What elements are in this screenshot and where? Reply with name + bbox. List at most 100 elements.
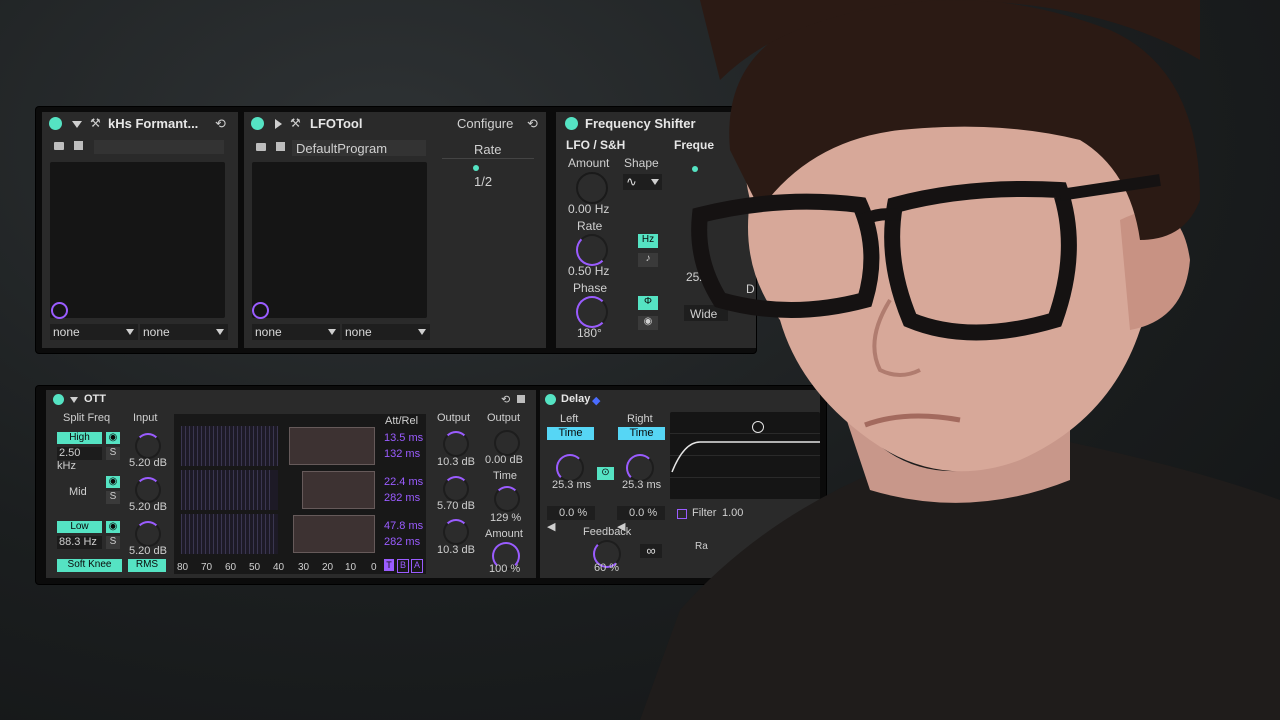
- formant-dropdown-2[interactable]: none: [140, 324, 228, 340]
- left-offset-value: 0.0 %: [559, 507, 588, 519]
- shield-icon: ◆: [592, 395, 601, 407]
- high-solo-icon[interactable]: ◉: [106, 432, 120, 444]
- formant-title: kHs Formant...: [108, 116, 199, 131]
- mid-solo-icon[interactable]: ◉: [106, 476, 120, 488]
- dropdown-value: none: [345, 325, 372, 339]
- amount-knob[interactable]: [576, 172, 608, 204]
- soft-knee-button[interactable]: Soft Knee: [57, 559, 122, 572]
- left-time-knob[interactable]: [556, 454, 584, 482]
- low-input-knob[interactable]: [135, 521, 161, 547]
- low-solo-icon[interactable]: ◉: [106, 521, 120, 533]
- delay-title: Delay: [561, 393, 591, 405]
- lfotool-dropdown-1[interactable]: none: [252, 324, 340, 340]
- left-offset-field[interactable]: 0.0 % ◀: [547, 506, 595, 533]
- folder-icon[interactable]: [256, 143, 266, 151]
- save-icon[interactable]: [74, 141, 83, 150]
- mid-release-value[interactable]: 282 ms: [384, 492, 420, 504]
- delay-power-button[interactable]: [545, 394, 556, 405]
- amount-value: 100 %: [489, 563, 521, 575]
- formant-dropdown-1[interactable]: none: [50, 324, 138, 340]
- scale-tick: 30: [298, 562, 310, 573]
- mid-band-bars: [181, 470, 273, 510]
- high-output-knob[interactable]: [443, 431, 469, 457]
- lfotool-device: ⚒ LFOTool Configure ⟲ DefaultProgram Rat…: [244, 112, 546, 348]
- high-input-knob[interactable]: [135, 433, 161, 459]
- formant-device: ⚒ kHs Formant... ⟲ none none: [42, 112, 238, 348]
- chevron-down-icon: [216, 329, 224, 335]
- hot-swap-icon[interactable]: ⟲: [527, 116, 538, 132]
- high-freq-value: 2.50 kHz: [57, 447, 81, 472]
- scale-tick: 80: [177, 562, 189, 573]
- rate-value[interactable]: 1/2: [474, 174, 492, 189]
- att-rel-label: Att/Rel: [385, 415, 419, 427]
- low-output-knob[interactable]: [443, 519, 469, 545]
- scale-tick: 50: [249, 562, 261, 573]
- master-output-knob[interactable]: [494, 430, 520, 456]
- high-attack-value[interactable]: 13.5 ms: [384, 432, 423, 444]
- fold-icon[interactable]: [70, 397, 78, 403]
- hot-swap-icon[interactable]: ⟲: [215, 116, 226, 132]
- t-button[interactable]: T: [384, 559, 394, 571]
- hot-swap-icon[interactable]: ⟲: [501, 393, 510, 406]
- split-freq-label: Split Freq: [63, 412, 111, 424]
- mid-input-knob[interactable]: [135, 477, 161, 503]
- mid-s-button[interactable]: S: [106, 491, 120, 504]
- high-band-button[interactable]: High: [57, 432, 102, 444]
- scale-tick: 10: [345, 562, 357, 573]
- wrench-icon[interactable]: ⚒: [290, 116, 301, 130]
- amount-label: Amount: [568, 156, 610, 170]
- mid-band-gain-reduction: [302, 471, 375, 509]
- mid-attack-value[interactable]: 22.4 ms: [384, 476, 423, 488]
- folder-icon[interactable]: [54, 142, 64, 150]
- lfo-section-title: LFO / S&H: [566, 138, 626, 152]
- a-button[interactable]: A: [411, 559, 423, 573]
- input-label: Input: [133, 412, 158, 424]
- wrench-icon[interactable]: ⚒: [90, 116, 101, 130]
- high-freq-field[interactable]: 2.50 kHz: [57, 447, 102, 472]
- rate-slider-handle[interactable]: [473, 165, 479, 171]
- low-attack-value[interactable]: 47.8 ms: [384, 520, 423, 532]
- formant-handle-icon[interactable]: [51, 302, 68, 319]
- high-release-value[interactable]: 132 ms: [384, 448, 420, 460]
- low-band-gain-reduction: [293, 515, 375, 553]
- left-label: Left: [560, 413, 579, 425]
- rate-knob[interactable]: [576, 234, 608, 266]
- freqshift-power-button[interactable]: [565, 117, 578, 130]
- chevron-down-icon: [418, 329, 426, 335]
- dropdown-value: none: [255, 325, 282, 339]
- high-output-value: 10.3 dB: [437, 456, 475, 468]
- lfotool-power-button[interactable]: [251, 117, 264, 130]
- preset-field[interactable]: [94, 140, 224, 154]
- mid-label: Mid: [69, 486, 87, 498]
- time-knob[interactable]: [494, 486, 520, 512]
- fold-icon[interactable]: [72, 121, 82, 128]
- phase-label: Phase: [573, 281, 608, 295]
- save-icon[interactable]: [276, 142, 285, 151]
- dropdown-value: none: [143, 325, 170, 339]
- low-s-button[interactable]: S: [106, 536, 120, 549]
- mid-output-knob[interactable]: [443, 476, 469, 502]
- program-name: DefaultProgram: [296, 141, 388, 156]
- lfotool-dropdown-2[interactable]: none: [342, 324, 430, 340]
- ott-power-button[interactable]: [53, 394, 64, 405]
- lfotool-handle-icon[interactable]: [252, 302, 269, 319]
- configure-button[interactable]: Configure: [457, 116, 513, 131]
- scale-tick: 60: [225, 562, 237, 573]
- b-button[interactable]: B: [397, 559, 409, 573]
- mid-output-value: 5.70 dB: [437, 500, 475, 512]
- feedback-value: 60 %: [594, 562, 620, 574]
- left-time-button[interactable]: Time: [547, 427, 594, 440]
- high-s-button[interactable]: S: [106, 447, 120, 460]
- rms-button[interactable]: RMS: [128, 559, 166, 572]
- low-band-button[interactable]: Low: [57, 521, 102, 533]
- formant-power-button[interactable]: [49, 117, 62, 130]
- low-freq-field[interactable]: 88.3 Hz: [57, 536, 102, 549]
- save-icon[interactable]: [517, 395, 525, 403]
- amount-value: 0.00 Hz: [568, 202, 610, 216]
- master-output-label: Output: [487, 412, 521, 424]
- low-release-value[interactable]: 282 ms: [384, 536, 420, 548]
- play-icon[interactable]: [275, 119, 282, 129]
- phase-knob[interactable]: [576, 296, 608, 328]
- link-button[interactable]: ⊙: [597, 467, 614, 480]
- scale-tick: 70: [201, 562, 213, 573]
